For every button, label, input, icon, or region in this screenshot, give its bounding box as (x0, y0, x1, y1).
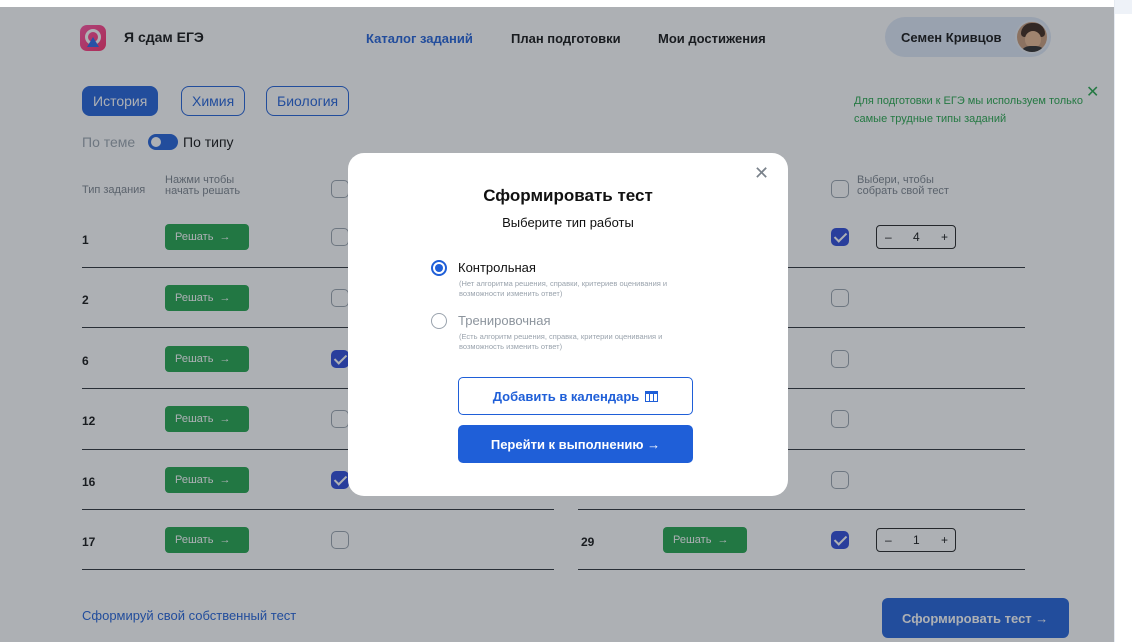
scrollbar-track[interactable] (1114, 0, 1132, 642)
radio-training-desc: (Есть алгоритм решения, справка, критери… (459, 332, 663, 351)
calendar-icon (645, 391, 659, 402)
add-to-calendar-label: Добавить в календарь (492, 389, 640, 404)
modal-subtitle: Выберите тип работы (502, 215, 634, 230)
add-to-calendar-button[interactable]: Добавить в календарь (458, 377, 693, 415)
radio-control-label[interactable]: Контрольная (458, 260, 536, 275)
radio-training-label[interactable]: Тренировочная (458, 313, 551, 328)
close-icon[interactable]: ✕ (754, 163, 769, 184)
form-test-modal: ✕ Сформировать тест Выберите тип работы … (348, 153, 788, 496)
radio-control[interactable] (431, 260, 447, 276)
radio-control-desc: (Нет алгоритма решения, справки, критери… (459, 279, 668, 298)
scrollbar-thumb[interactable] (1115, 0, 1132, 14)
modal-title: Сформировать тест (483, 186, 653, 205)
radio-training[interactable] (431, 313, 447, 329)
page: Я сдам ЕГЭ Каталог заданий План подготов… (0, 0, 1114, 642)
start-button[interactable]: Перейти к выполнению → (458, 425, 693, 463)
